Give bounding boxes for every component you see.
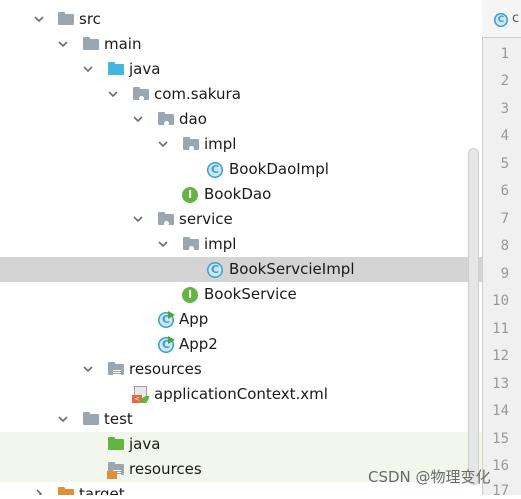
tree-item-dao-impl[interactable]: impl [0,132,482,157]
tree-item-com-sakura[interactable]: com.sakura [0,82,482,107]
tree-item-src[interactable]: src [0,7,482,32]
tree-item-label: BookDaoImpl [229,160,329,178]
tree-item-test-java[interactable]: java [0,432,482,457]
package-icon [157,211,175,228]
class-icon: C [206,161,224,178]
tree-item-label: App2 [179,335,218,353]
runnable-class-icon: C [157,311,175,328]
tree-item-label: test [104,410,133,428]
folder-icon [82,36,100,53]
tree-item-label: resources [129,360,202,378]
chevron-down-icon[interactable] [82,363,94,375]
project-tree[interactable]: src main java com.sakura dao impl C Book… [0,0,482,495]
tree-item-label: main [104,35,142,53]
watermark: CSDN @物理变化 [368,468,491,486]
runnable-class-icon: C [157,336,175,353]
chevron-down-icon[interactable] [82,63,94,75]
tree-item-app2[interactable]: C App2 [0,332,482,357]
tree-item-dao[interactable]: dao [0,107,482,132]
tree-item-test[interactable]: test [0,407,482,432]
tree-item-resources[interactable]: resources [0,357,482,382]
chevron-down-icon[interactable] [157,238,169,250]
tree-item-app[interactable]: C App [0,307,482,332]
line-number: 11 [492,321,509,337]
line-number: 13 [492,376,509,392]
run-badge-icon [168,311,175,319]
tree-item-applicationcontext-xml[interactable]: < applicationContext.xml [0,382,482,407]
editor-tab-label: c [512,11,520,26]
tree-item-bookservice[interactable]: I BookService [0,282,482,307]
resources-folder-icon [107,361,125,378]
folder-icon [82,411,100,428]
tree-item-label: target [79,485,125,495]
line-number: 7 [500,211,509,227]
package-icon [132,86,150,103]
line-number: 14 [492,403,509,419]
tree-item-label: impl [204,235,237,253]
line-number: 8 [500,238,509,254]
line-number: 15 [492,431,509,447]
chevron-down-icon[interactable] [57,38,69,50]
excluded-folder-icon [57,486,75,495]
tree-item-main[interactable]: main [0,32,482,57]
chevron-right-icon[interactable] [33,488,45,495]
tree-item-label: applicationContext.xml [154,385,328,403]
package-icon [182,236,200,253]
tree-item-label: com.sakura [154,85,241,103]
chevron-down-icon[interactable] [33,13,45,25]
tree-item-java[interactable]: java [0,57,482,82]
tree-item-label: impl [204,135,237,153]
source-folder-icon [107,61,125,78]
test-source-folder-icon [107,436,125,453]
tree-item-label: java [129,435,161,453]
chevron-down-icon[interactable] [132,213,144,225]
run-badge-icon [168,336,175,344]
line-number: 5 [500,156,509,172]
interface-icon: I [181,286,199,303]
class-icon: C [206,261,224,278]
chevron-down-icon[interactable] [57,413,69,425]
package-icon [157,111,175,128]
tree-item-label: App [179,310,209,328]
chevron-down-icon[interactable] [132,113,144,125]
folder-icon [57,11,75,28]
line-number: 3 [500,101,509,117]
chevron-down-icon[interactable] [157,138,169,150]
tree-item-label: BookServcieImpl [229,260,355,278]
tree-item-label: dao [179,110,207,128]
tree-item-label: java [129,60,161,78]
line-number: 9 [500,266,509,282]
tree-item-bookdaoimpl[interactable]: C BookDaoImpl [0,157,482,182]
line-number: 4 [500,128,509,144]
tree-item-label: BookDao [204,185,272,203]
line-number: 10 [492,293,509,309]
tree-item-bookservcieimpl[interactable]: C BookServcieImpl [0,257,482,282]
line-number: 1 [500,46,509,62]
interface-icon: I [181,186,199,203]
line-number: 2 [500,73,509,89]
line-number: 6 [500,183,509,199]
test-resources-folder-icon [107,461,125,479]
xml-file-icon: < [132,386,150,403]
tree-item-label: src [79,10,101,28]
editor-tab[interactable]: C c [482,0,521,38]
tree-item-label: service [179,210,233,228]
tree-item-service[interactable]: service [0,207,482,232]
tree-item-label: resources [129,460,202,478]
chevron-down-icon[interactable] [107,88,119,100]
tree-item-service-impl[interactable]: impl [0,232,482,257]
tree-item-bookdao[interactable]: I BookDao [0,182,482,207]
tree-item-label: BookService [204,285,297,303]
package-icon [182,136,200,153]
vertical-scrollbar[interactable] [468,148,479,485]
line-number: 12 [492,348,509,364]
class-icon: C [494,13,508,27]
